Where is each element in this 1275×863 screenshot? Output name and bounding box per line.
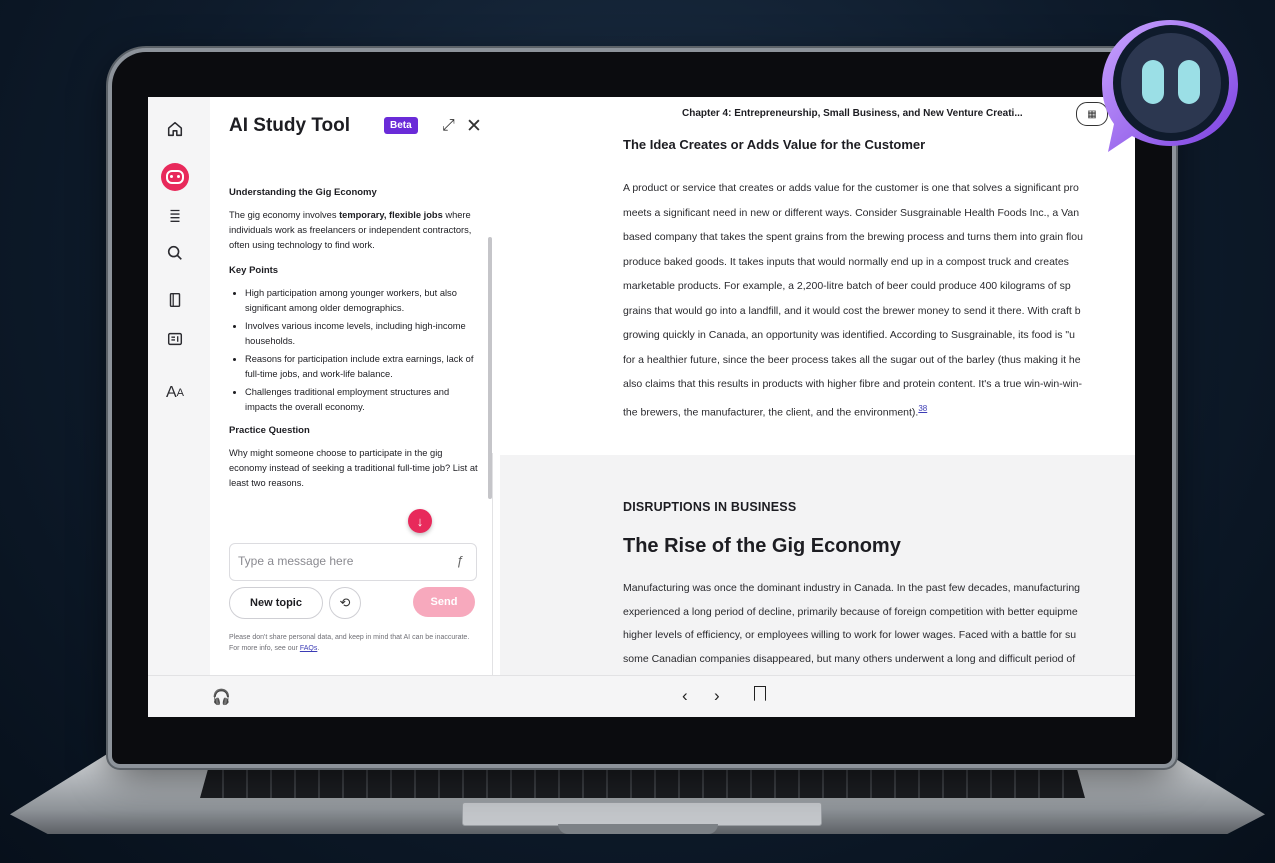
audio-icon[interactable]: 🎧 [212,688,231,706]
nav-rail: AA [148,97,211,675]
list-item: Challenges traditional employment struct… [245,385,481,415]
section-kicker: DISRUPTIONS IN BUSINESS [623,500,797,514]
section-paragraph: A product or service that creates or add… [623,182,1083,418]
app-screen: AA AI Study Tool Beta ⤢ ✕ Understanding … [148,97,1135,717]
text-size-icon[interactable]: AA [162,380,188,406]
section-heading: The Idea Creates or Adds Value for the C… [623,137,926,152]
new-topic-button[interactable]: New topic [229,587,323,619]
bookmark-icon[interactable] [754,686,766,701]
response-heading: Understanding the Gig Economy [229,187,377,198]
beta-badge: Beta [384,117,418,134]
ai-mascot-icon [1102,20,1238,152]
list-item: Involves various income levels, includin… [245,319,481,349]
history-icon[interactable]: ⟲ [329,587,361,619]
ai-assistant-icon[interactable] [161,163,189,191]
laptop-notch [558,824,718,834]
contents-icon[interactable] [162,202,188,228]
practice-heading: Practice Question [229,425,310,436]
response-intro: The gig economy involves temporary, flex… [229,210,472,250]
chapter-title: Chapter 4: Entrepreneurship, Small Busin… [682,108,1023,119]
flashcards-icon[interactable] [162,326,188,352]
chat-response: Understanding the Gig Economy The gig ec… [229,185,481,501]
notebook-icon[interactable] [162,287,188,313]
prev-page-icon[interactable]: ‹ [682,686,688,706]
footnote-link[interactable]: 38 [918,404,927,413]
ai-study-panel: AI Study Tool Beta ⤢ ✕ Understanding the… [210,97,493,675]
send-button[interactable]: Send [413,587,475,617]
next-page-icon[interactable]: › [714,686,720,706]
laptop-keyboard [200,766,1085,798]
message-input[interactable] [230,544,446,578]
section-paragraph: Manufacturing was once the dominant indu… [623,582,1081,665]
key-points-list: High participation among younger workers… [229,286,481,415]
practice-question: Why might someone choose to participate … [229,448,478,488]
search-icon[interactable] [162,240,188,266]
reader-toolbar: 🎧 ‹ › [148,675,1135,717]
list-item: High participation among younger workers… [245,286,481,316]
formula-icon[interactable]: ƒ [457,553,464,568]
expand-icon[interactable]: ⤢ [442,117,455,135]
section-title: The Rise of the Gig Economy [623,535,901,557]
disclaimer: Please don't share personal data, and ke… [229,634,470,652]
scroll-down-button[interactable]: ↓ [408,509,432,533]
home-icon[interactable] [162,116,188,142]
message-field: ƒ [229,543,477,581]
panel-title: AI Study Tool [229,115,351,136]
faqs-link[interactable]: FAQs [300,645,318,652]
close-icon[interactable]: ✕ [466,115,482,138]
laptop-trackpad [462,802,822,826]
key-points-heading: Key Points [229,265,279,276]
list-item: Reasons for participation include extra … [245,352,481,382]
